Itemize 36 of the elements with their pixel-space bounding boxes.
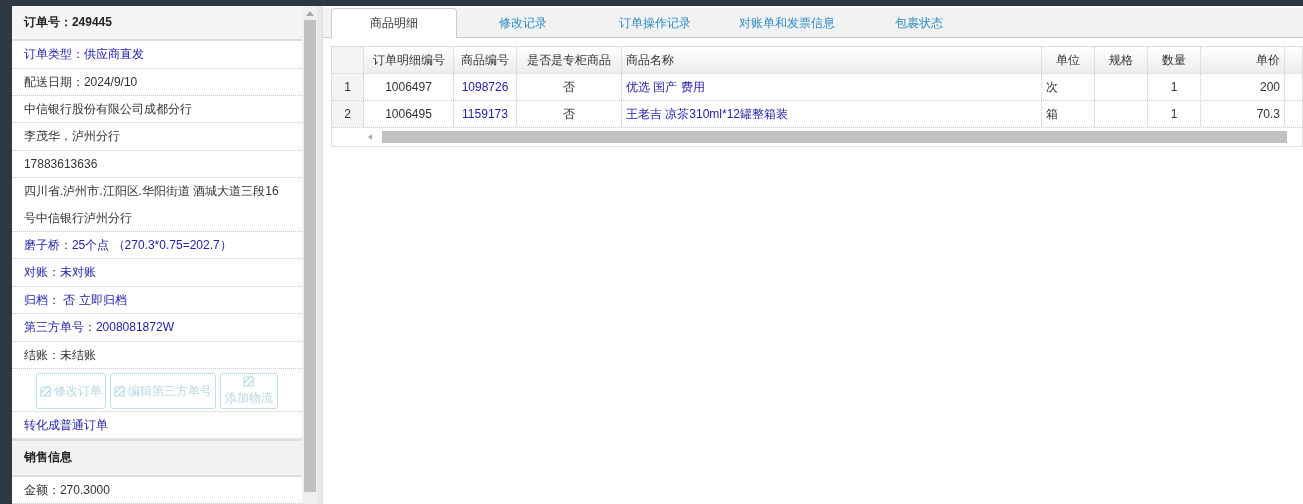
column-header: 商品名称 (622, 47, 1042, 73)
tab[interactable]: 商品明细 (331, 8, 457, 38)
table-cell[interactable]: 1098726 (454, 74, 517, 100)
column-header: 数量 (1148, 47, 1201, 73)
table-cell: 次 (1042, 74, 1095, 100)
tab[interactable]: 订单操作记录 (589, 8, 721, 38)
table-cell: 否 (517, 101, 622, 127)
edit-icon (114, 384, 127, 397)
table-cell: 70.3 (1201, 101, 1285, 127)
scroll-up-arrow-icon[interactable] (305, 10, 314, 16)
table-cell: 1006497 (364, 74, 454, 100)
table-cell: 200 (1201, 74, 1285, 100)
column-header: 是否是专柜商品 (517, 47, 622, 73)
table-cell: 1 (1148, 101, 1201, 127)
column-header: 单位 (1042, 47, 1095, 73)
tab[interactable]: 包裹状态 (853, 8, 985, 38)
edit-icon (40, 384, 53, 397)
table-cell[interactable]: 王老吉 凉茶310ml*12罐整箱装 (622, 101, 1042, 127)
table-cell: 1 (1148, 74, 1201, 100)
tab[interactable]: 对账单和发票信息 (721, 8, 853, 38)
section-title: 销售信息 (11, 439, 303, 477)
column-header: 规格 (1095, 47, 1148, 73)
table-cell[interactable]: 优选 国产 费用 (622, 74, 1042, 100)
tab[interactable]: 修改记录 (457, 8, 589, 38)
table-cell: 1006495 (364, 101, 454, 127)
column-header: 订单明细编号 (364, 47, 454, 73)
row-number: 1 (332, 74, 364, 100)
column-header: 单价 (1201, 47, 1285, 73)
table-cell[interactable]: 1159173 (454, 101, 517, 127)
edit-icon (243, 374, 256, 387)
row-number: 2 (332, 101, 364, 127)
scrollbar-thumb[interactable] (303, 20, 316, 492)
table-cell: 箱 (1042, 101, 1095, 127)
column-header: 商品编号 (454, 47, 517, 73)
table-cell: 否 (517, 74, 622, 100)
order-number-title: 订单号：249445 (11, 6, 303, 42)
